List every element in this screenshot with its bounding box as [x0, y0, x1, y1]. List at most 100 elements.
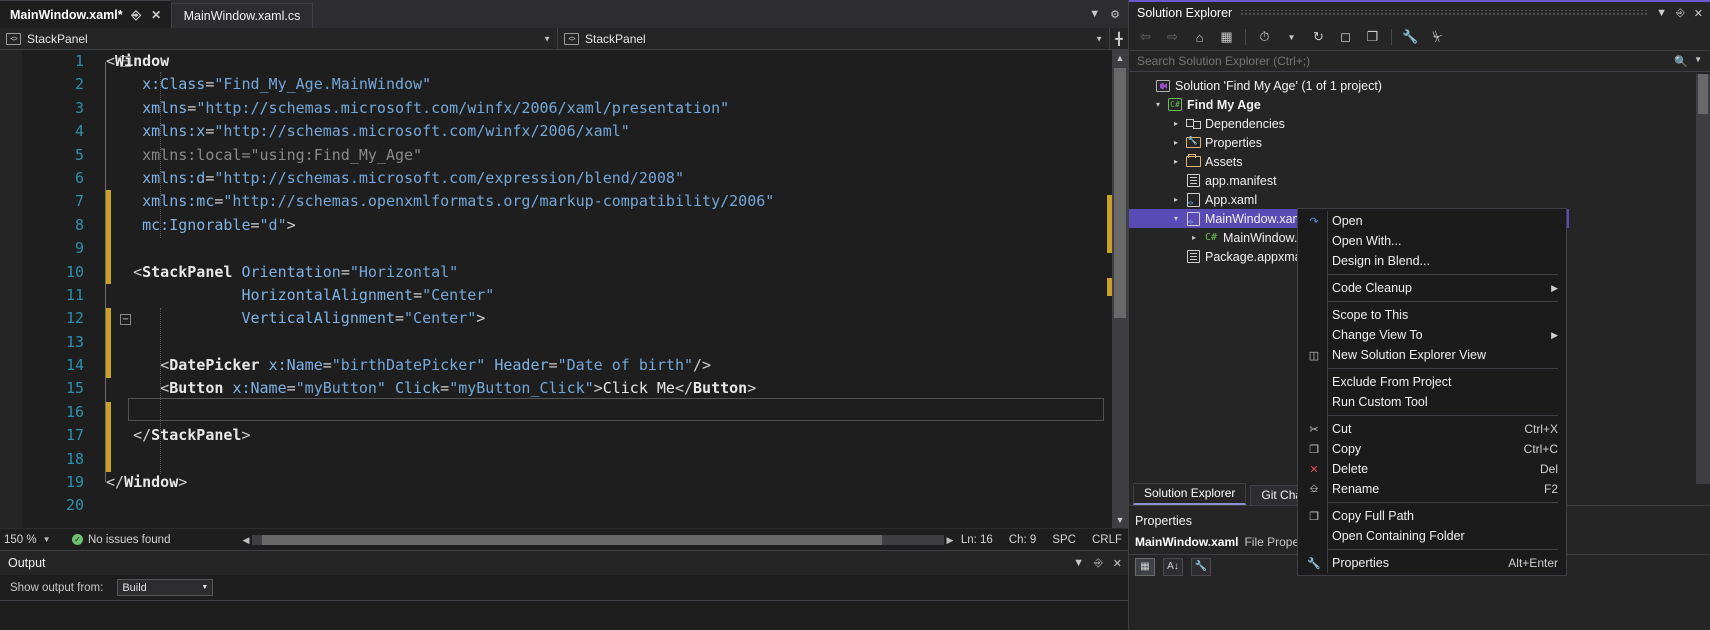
scope-dropdown-left[interactable]: <> StackPanel ▼: [0, 28, 558, 49]
line-indicator: Ln: 16: [961, 534, 993, 546]
expander-collapsed-icon[interactable]: ▸: [1169, 119, 1183, 128]
chevron-down-icon[interactable]: ▼: [43, 535, 51, 544]
close-icon[interactable]: ✕: [1694, 7, 1703, 20]
refresh-icon[interactable]: ↻: [1310, 29, 1327, 46]
tab-solution-explorer[interactable]: Solution Explorer: [1133, 483, 1246, 505]
line-ending-indicator[interactable]: CRLF: [1092, 534, 1122, 546]
categorized-icon[interactable]: ▦: [1135, 558, 1155, 576]
pending-changes-filter-icon[interactable]: ⏱: [1256, 29, 1273, 46]
gear-icon[interactable]: ⚙: [1110, 8, 1120, 21]
alphabetical-sort-icon[interactable]: A↓: [1163, 558, 1183, 576]
tree-node-properties[interactable]: ▸ Properties: [1129, 133, 1710, 152]
scroll-right-icon[interactable]: ▶: [944, 535, 956, 546]
expander-collapsed-icon[interactable]: ▸: [1169, 157, 1183, 166]
context-menu-item-exclude-from-project[interactable]: Exclude From Project: [1298, 372, 1566, 392]
context-menu[interactable]: ↷ Open Open With... Design in Blend... C…: [1297, 208, 1567, 576]
editor-vertical-scrollbar[interactable]: ▲ ▼: [1112, 50, 1128, 528]
scroll-left-icon[interactable]: ◀: [240, 535, 252, 546]
scrollbar-thumb[interactable]: [1698, 74, 1708, 114]
tree-node-app-manifest[interactable]: app.manifest: [1129, 171, 1710, 190]
context-menu-item-open[interactable]: ↷ Open: [1298, 211, 1566, 231]
chevron-down-icon[interactable]: ▼: [1656, 7, 1667, 20]
tab-mainwindow-xaml-cs[interactable]: MainWindow.xaml.cs: [171, 3, 314, 28]
chevron-down-icon[interactable]: ▼: [1095, 34, 1103, 43]
search-input[interactable]: [1137, 54, 1674, 68]
context-menu-separator: [1328, 274, 1558, 275]
issues-status[interactable]: ✓ No issues found: [72, 534, 170, 546]
open-arrow-icon: ↷: [1306, 213, 1322, 229]
zoom-level-dropdown[interactable]: 150 % ▼: [0, 534, 62, 546]
wrench-icon[interactable]: 🔧: [1402, 29, 1419, 46]
solution-explorer-scrollbar[interactable]: [1696, 74, 1710, 484]
code-editor[interactable]: − − 1 <Window 2 x:Class="Find_My_Age.Mai…: [0, 50, 1128, 528]
context-menu-item-copy-full-path[interactable]: ❐ Copy Full Path: [1298, 506, 1566, 526]
toolbar-separator: [1245, 29, 1246, 45]
tree-node-assets[interactable]: ▸ Assets: [1129, 152, 1710, 171]
expander-expanded-icon[interactable]: ▾: [1151, 100, 1165, 109]
context-menu-item-run-custom-tool[interactable]: Run Custom Tool: [1298, 392, 1566, 412]
editor-horizontal-scrollbar[interactable]: ◀ ▶: [240, 533, 956, 547]
code-line: 7 xmlns:mc="http://schemas.openxmlformat…: [22, 190, 1128, 213]
context-menu-item-open-containing-folder[interactable]: Open Containing Folder: [1298, 526, 1566, 546]
context-menu-item-scope-to-this[interactable]: Scope to This: [1298, 305, 1566, 325]
scope-dropdown-right[interactable]: <> StackPanel ▼: [558, 28, 1110, 49]
scroll-down-icon[interactable]: ▼: [1112, 512, 1128, 528]
tab-list-chevron-down-icon[interactable]: ▼: [1089, 8, 1100, 20]
back-icon[interactable]: ⇦: [1137, 29, 1154, 46]
expander-collapsed-icon[interactable]: ▸: [1169, 195, 1183, 204]
close-icon[interactable]: ✕: [1113, 557, 1122, 570]
editor-navigation-bar: <> StackPanel ▼ <> StackPanel ▼ ╋: [0, 28, 1128, 50]
scrollbar-thumb[interactable]: [262, 535, 882, 545]
spaces-indicator[interactable]: SPC: [1052, 534, 1076, 546]
context-menu-item-open-with[interactable]: Open With...: [1298, 231, 1566, 251]
collapse-all-icon[interactable]: ◻: [1337, 29, 1354, 46]
tab-label: MainWindow.xaml.cs: [184, 9, 301, 23]
split-view-icon[interactable]: ╋: [1110, 28, 1128, 49]
output-source-dropdown[interactable]: Build ▼: [117, 579, 213, 596]
preview-selected-items-icon[interactable]: ⏧: [1429, 29, 1446, 46]
scrollbar-track[interactable]: [252, 535, 944, 545]
search-icon[interactable]: 🔍: [1674, 55, 1688, 68]
tree-node-label: app.manifest: [1205, 174, 1277, 188]
line-number: 1: [22, 50, 84, 73]
solution-explorer-search[interactable]: 🔍 ▼: [1129, 50, 1710, 72]
chevron-down-icon[interactable]: ▼: [1073, 557, 1084, 569]
context-menu-item-rename[interactable]: ⎒ Rename F2: [1298, 479, 1566, 499]
pin-icon[interactable]: ⎆: [1676, 7, 1685, 20]
context-menu-item-change-view-to[interactable]: Change View To ▶: [1298, 325, 1566, 345]
drag-handle[interactable]: [1240, 10, 1648, 16]
context-menu-item-copy[interactable]: ❐ Copy Ctrl+C: [1298, 439, 1566, 459]
show-all-files-icon[interactable]: ❐: [1364, 29, 1381, 46]
solution-view-icon[interactable]: ▦: [1218, 29, 1235, 46]
expander-collapsed-icon[interactable]: ▸: [1187, 233, 1201, 242]
context-menu-item-properties[interactable]: 🔧 Properties Alt+Enter: [1298, 553, 1566, 573]
expander-collapsed-icon[interactable]: ▸: [1169, 138, 1183, 147]
solution-explorer-toolbar: ⇦ ⇨ ⌂ ▦ ⏱ ▼ ↻ ◻ ❐ 🔧 ⏧: [1129, 24, 1710, 50]
tree-node-dependencies[interactable]: ▸ Dependencies: [1129, 114, 1710, 133]
context-menu-item-delete[interactable]: ✕ Delete Del: [1298, 459, 1566, 479]
chevron-down-icon[interactable]: ▼: [543, 34, 551, 43]
expander-expanded-icon[interactable]: ▾: [1169, 214, 1183, 223]
forward-icon[interactable]: ⇨: [1164, 29, 1181, 46]
tree-node-solution[interactable]: Solution 'Find My Age' (1 of 1 project): [1129, 76, 1710, 95]
chevron-down-icon[interactable]: ▼: [1283, 29, 1300, 46]
pin-icon[interactable]: ⎆: [130, 9, 143, 21]
home-icon[interactable]: ⌂: [1191, 29, 1208, 46]
tree-node-app-xaml[interactable]: ▸ App.xaml: [1129, 190, 1710, 209]
code-line: 11 HorizontalAlignment="Center": [22, 284, 1128, 307]
chevron-down-icon[interactable]: ▼: [1694, 55, 1702, 68]
scroll-up-icon[interactable]: ▲: [1112, 50, 1128, 66]
scrollbar-thumb[interactable]: [1114, 68, 1126, 318]
context-menu-item-new-solution-explorer-view[interactable]: ◫ New Solution Explorer View: [1298, 345, 1566, 365]
pin-icon[interactable]: ⎆: [1094, 557, 1103, 570]
context-menu-item-design-in-blend[interactable]: Design in Blend...: [1298, 251, 1566, 271]
context-menu-item-code-cleanup[interactable]: Code Cleanup ▶: [1298, 278, 1566, 298]
output-toolbar: Show output from: Build ▼: [0, 575, 1128, 601]
close-icon[interactable]: ✕: [150, 9, 163, 21]
tab-mainwindow-xaml[interactable]: MainWindow.xaml* ⎆ ✕: [0, 0, 171, 28]
tree-node-project[interactable]: ▾ C# Find My Age: [1129, 95, 1710, 114]
tree-node-label: App.xaml: [1205, 193, 1257, 207]
context-menu-item-cut[interactable]: ✂ Cut Ctrl+X: [1298, 419, 1566, 439]
properties-page-icon[interactable]: 🔧: [1191, 558, 1211, 576]
line-number: 2: [22, 73, 84, 96]
